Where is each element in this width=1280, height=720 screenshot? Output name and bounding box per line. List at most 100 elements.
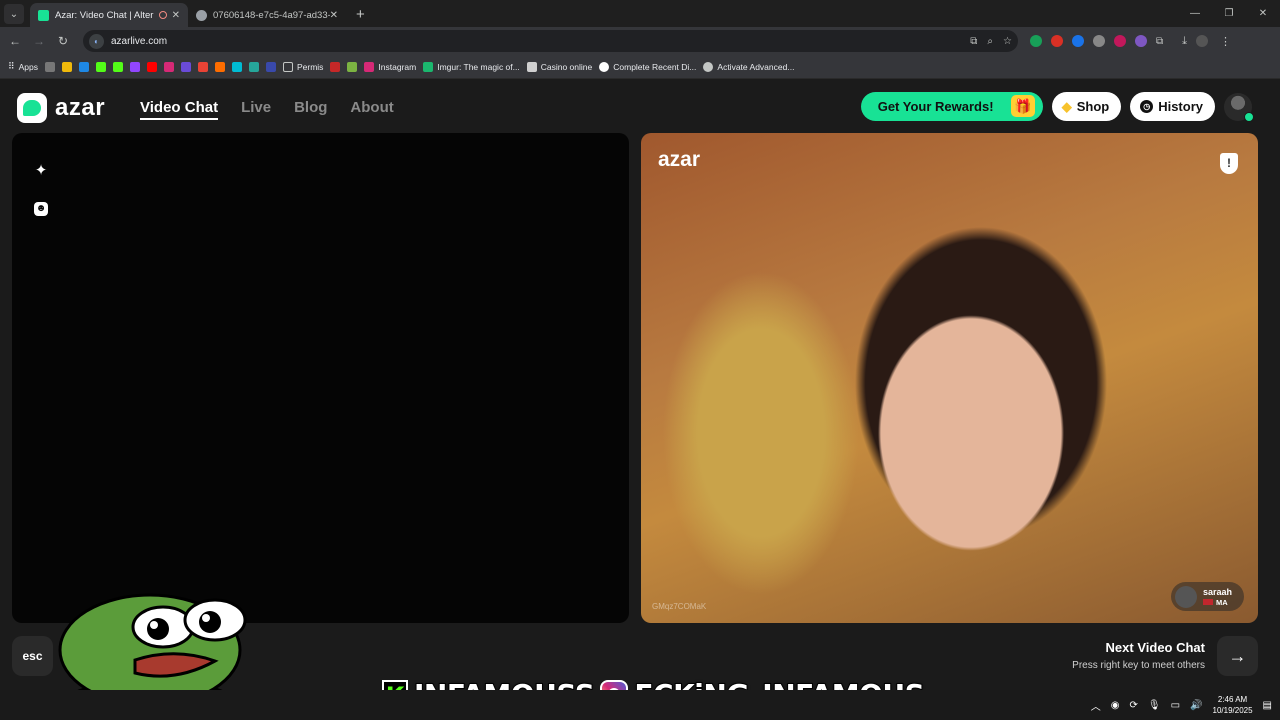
instagram-icon[interactable] [163, 61, 174, 72]
install-app-icon[interactable]: ⧉ [970, 36, 977, 47]
azar-logo[interactable]: azar [17, 93, 105, 123]
user-avatar[interactable] [1224, 92, 1254, 122]
azar-favicon [38, 9, 49, 21]
chevron-up-icon[interactable]: ︿ [1091, 698, 1101, 713]
globe-favicon [196, 9, 207, 21]
download-icon[interactable]: ⤓ [1182, 35, 1187, 48]
azar-logo-icon [17, 93, 47, 123]
tab-title: 07606148-e7c5-4a97-ad33-3bb [213, 9, 330, 21]
sparkle-effects-icon[interactable]: ✦ [32, 162, 50, 180]
imgur-icon [423, 61, 434, 72]
minimize-icon[interactable]: — [1178, 0, 1212, 27]
history-label: History [1158, 99, 1203, 114]
apps-bookmark[interactable]: ⠿ Apps [8, 61, 38, 72]
zoom-icon[interactable]: ⌕ [987, 36, 993, 47]
extension-icon[interactable] [1114, 35, 1126, 47]
windows-taskbar: ︿ ◉ ⟳ 🎙 ▭ 🔊 2:46 AM 10/19/2025 ▤ [0, 690, 1280, 720]
puzzle-icon[interactable]: ⧉ [1156, 36, 1163, 47]
casino-icon [526, 61, 537, 72]
bookmark-icon[interactable] [231, 61, 242, 72]
microphone-icon[interactable]: 🎙 [1148, 700, 1161, 711]
extension-icon[interactable] [1072, 35, 1084, 47]
twitch-icon[interactable] [129, 61, 140, 72]
tab-second[interactable]: 07606148-e7c5-4a97-ad33-3bb ✕ [188, 3, 346, 27]
extension-icon[interactable] [1051, 35, 1063, 47]
face-filter-icon[interactable]: ☻ [34, 202, 48, 216]
binance-icon[interactable] [61, 61, 72, 72]
next-arrow-button[interactable]: → [1217, 636, 1258, 676]
back-icon[interactable]: ← [3, 34, 27, 48]
bookmark-imgur[interactable]: Imgur: The magic of... [423, 61, 520, 72]
video-watermark-logo: azar [658, 148, 701, 171]
bookmark-icon[interactable] [180, 61, 191, 72]
bookmark-permis[interactable]: Permis [282, 61, 323, 72]
bookmark-icon[interactable] [214, 61, 225, 72]
tab-title: Azar: Video Chat | Alternati [55, 9, 154, 21]
nav-blog[interactable]: Blog [294, 99, 327, 120]
extension-icon[interactable] [1030, 35, 1042, 47]
main-nav: Video Chat Live Blog About [140, 99, 394, 120]
header-actions: Get Your Rewards! 🎁 ◆ Shop ◷ History [860, 92, 1254, 122]
logo-text: azar [55, 94, 106, 121]
taskbar-clock[interactable]: 2:46 AM 10/19/2025 [1213, 694, 1253, 716]
bookmark-instagram[interactable]: Instagram [364, 61, 416, 72]
site-info-icon[interactable]: ◐ [89, 33, 104, 49]
forward-icon[interactable]: → [27, 34, 51, 48]
gift-icon: 🎁 [1010, 95, 1035, 117]
restore-icon[interactable]: ❐ [1212, 0, 1246, 27]
notification-icon[interactable]: ▤ [1263, 700, 1272, 711]
clock-date: 10/19/2025 [1212, 706, 1253, 715]
bookmark-icon[interactable] [78, 61, 89, 72]
history-button[interactable]: ◷ History [1130, 92, 1215, 121]
tab-search-button[interactable]: ⌄ [4, 4, 24, 24]
clock-time: 2:46 AM [1217, 695, 1248, 704]
discord-icon[interactable]: ◉ [1111, 700, 1120, 711]
kick-icon[interactable] [95, 61, 106, 72]
peer-profile-badge[interactable]: saraah MA [1170, 582, 1244, 611]
grid-icon[interactable] [44, 61, 55, 72]
shop-button[interactable]: ◆ Shop [1051, 92, 1122, 121]
globe-icon [703, 61, 714, 72]
sync-icon[interactable]: ⟳ [1130, 700, 1138, 711]
rewards-button[interactable]: Get Your Rewards! 🎁 [860, 92, 1043, 121]
chart-icon[interactable] [347, 61, 358, 72]
nav-live[interactable]: Live [241, 99, 271, 120]
kick-icon[interactable] [112, 61, 123, 72]
bookmark-github[interactable]: Complete Recent Di... [599, 61, 696, 72]
bookmark-icon[interactable] [248, 61, 259, 72]
reload-icon[interactable]: ↻ [51, 34, 75, 48]
profile-avatar[interactable] [1196, 35, 1209, 47]
bookmark-activate[interactable]: Activate Advanced... [703, 61, 794, 72]
rewards-label: Get Your Rewards! [877, 99, 994, 114]
partner-video-panel: azar ! GMqz7COMaK saraah MA [641, 133, 1258, 623]
report-shield-icon[interactable]: ! [1220, 153, 1238, 174]
shop-label: Shop [1076, 99, 1110, 114]
network-icon[interactable]: ▭ [1171, 700, 1180, 711]
nav-video-chat[interactable]: Video Chat [140, 99, 219, 120]
apps-grid-icon: ⠿ [8, 61, 15, 71]
bookmark-icon[interactable] [265, 61, 276, 72]
extension-icon[interactable] [1135, 35, 1147, 47]
youtube-icon[interactable] [146, 61, 157, 72]
nav-about[interactable]: About [350, 99, 393, 120]
instagram-icon [364, 61, 375, 72]
next-video-chat-info: Next Video Chat Press right key to meet … [1072, 640, 1205, 671]
bookmark-star-icon[interactable]: ☆ [1003, 36, 1012, 47]
recording-icon [158, 11, 167, 19]
menu-icon[interactable]: ⋮ [1220, 35, 1231, 48]
online-dot [1244, 111, 1254, 122]
self-video-panel: ✦ ☻ [12, 133, 629, 623]
volume-icon[interactable]: 🔊 [1190, 700, 1202, 711]
bookmark-casino[interactable]: Casino online [526, 61, 592, 72]
close-tab-icon[interactable]: ✕ [172, 10, 180, 21]
bookmark-icon[interactable] [330, 61, 341, 72]
extension-icon[interactable] [1093, 35, 1105, 47]
esc-button[interactable]: esc [12, 636, 53, 676]
gem-icon: ◆ [1061, 98, 1072, 114]
close-tab-icon[interactable]: ✕ [330, 10, 338, 21]
address-bar[interactable]: ◐ azarlive.com ⧉ ⌕ ☆ [83, 30, 1018, 52]
new-tab-button[interactable]: + [356, 6, 365, 23]
tab-azar[interactable]: Azar: Video Chat | Alternati ✕ [30, 3, 188, 27]
close-window-icon[interactable]: ✕ [1246, 0, 1280, 27]
gmail-icon[interactable] [197, 61, 208, 72]
